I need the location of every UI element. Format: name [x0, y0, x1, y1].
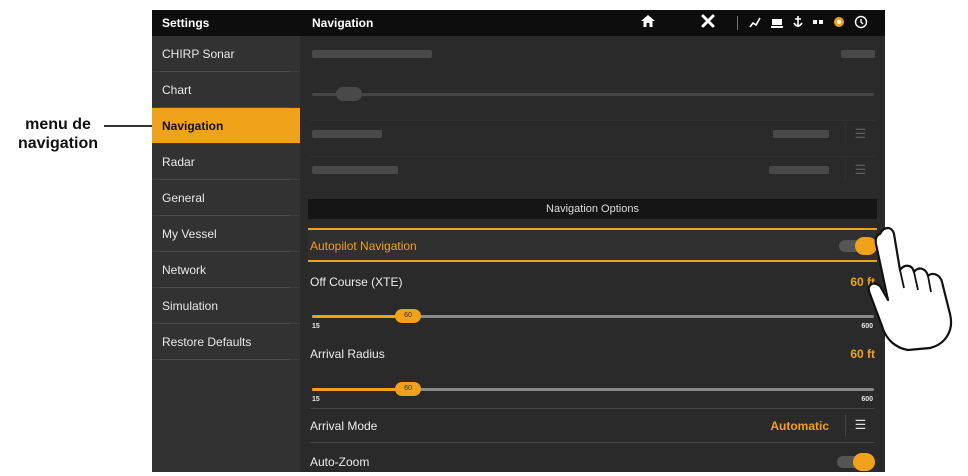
autopilot-navigation-row[interactable]: Autopilot Navigation	[308, 228, 877, 262]
arrival-mode-label: Arrival Mode	[310, 419, 378, 433]
page: menu de navigation Settings Navigation C…	[0, 0, 968, 476]
arrival-mode-menu-icon[interactable]: ☰	[845, 414, 875, 436]
disabled-slider-knob	[336, 87, 362, 101]
sidebar-item-general[interactable]: General	[152, 180, 300, 216]
link-icon	[813, 20, 823, 24]
callout-pointer	[104, 125, 152, 127]
arrival-radius-slider[interactable]: 60	[312, 382, 874, 396]
off-course-min: 15	[312, 323, 320, 330]
menu-list-icon: ☰	[845, 159, 875, 181]
toggle-knob	[853, 453, 875, 471]
arrival-mode-value[interactable]: Automatic	[770, 419, 829, 433]
sidebar-item-navigation[interactable]: Navigation	[152, 108, 306, 144]
disabled-label-placeholder	[312, 166, 398, 174]
home-icon[interactable]	[640, 13, 656, 33]
off-course-slider-fill	[312, 315, 407, 318]
arrival-radius-max: 600	[861, 396, 873, 403]
sidebar-item-chart[interactable]: Chart	[152, 72, 300, 108]
settings-menu: CHIRP Sonar Chart Navigation Radar Gener…	[152, 36, 306, 472]
navigation-options-header: Navigation Options	[308, 199, 877, 219]
auto-zoom-label: Auto-Zoom	[310, 455, 370, 469]
pointing-hand-icon	[867, 226, 953, 352]
settings-title: Settings	[162, 16, 210, 30]
sidebar-item-my-vessel[interactable]: My Vessel	[152, 216, 300, 252]
sidebar-item-chirp-sonar[interactable]: CHIRP Sonar	[152, 36, 300, 72]
disabled-value-placeholder	[773, 130, 829, 138]
sidebar-item-network[interactable]: Network	[152, 252, 300, 288]
timer-icon	[854, 15, 868, 29]
status-icons	[748, 15, 868, 29]
sidebar-item-radar[interactable]: Radar	[152, 144, 300, 180]
disabled-label-placeholder	[312, 50, 432, 58]
arrival-radius-min: 15	[312, 396, 320, 403]
title-separator	[737, 16, 738, 30]
device-screen: Settings Navigation CHIRP Sonar Chart Na…	[152, 10, 885, 472]
title-bar: Settings Navigation	[152, 10, 885, 36]
arrival-radius-slider-fill	[312, 388, 407, 391]
navigation-settings-panel: ☰ ☰ Navigation Options Autopilot Navigat…	[300, 36, 885, 472]
callout-line-2: navigation	[17, 135, 98, 152]
auto-zoom-toggle[interactable]	[837, 453, 875, 471]
close-icon[interactable]	[700, 13, 716, 33]
disabled-value-placeholder	[769, 166, 829, 174]
arrival-radius-slider-knob[interactable]: 60	[395, 382, 421, 396]
disabled-value-placeholder	[841, 50, 875, 58]
menu-list-icon: ☰	[845, 123, 875, 145]
divider	[310, 408, 875, 409]
disabled-label-placeholder	[312, 130, 382, 138]
gps-icon	[834, 17, 844, 27]
divider	[310, 120, 875, 121]
disabled-slider	[312, 87, 874, 101]
sidebar-item-simulation[interactable]: Simulation	[152, 288, 300, 324]
arrival-radius-label: Arrival Radius	[310, 347, 385, 361]
off-course-slider-knob[interactable]: 60	[395, 309, 421, 323]
callout-line-1: menu de	[25, 116, 91, 133]
page-title: Navigation	[312, 16, 374, 30]
callout-label: menu de navigation	[8, 115, 108, 153]
signal-icon	[749, 17, 761, 28]
off-course-slider[interactable]: 60	[312, 309, 874, 323]
boat-icon	[771, 19, 783, 28]
sidebar-item-restore-defaults[interactable]: Restore Defaults	[152, 324, 300, 360]
off-course-label: Off Course (XTE)	[310, 275, 403, 289]
divider	[310, 442, 875, 443]
autopilot-navigation-label: Autopilot Navigation	[310, 239, 417, 253]
divider	[310, 156, 875, 157]
anchor-icon	[793, 16, 803, 27]
